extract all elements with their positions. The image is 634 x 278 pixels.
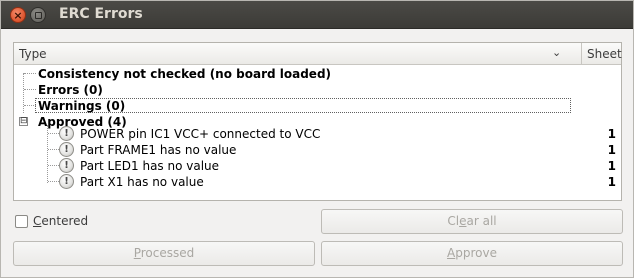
column-header-type[interactable]: Type: [19, 47, 47, 61]
tree-item-sheet: 1: [607, 127, 616, 141]
centered-label[interactable]: Centered: [33, 214, 88, 228]
minimize-icon[interactable]: [30, 7, 46, 23]
warning-icon: !: [59, 158, 74, 173]
tree-group-warnings[interactable]: Warnings (0): [14, 98, 621, 114]
column-header-sheet[interactable]: Sheet: [587, 47, 622, 61]
collapse-icon[interactable]: ⊟: [19, 117, 28, 126]
chevron-down-icon[interactable]: ⌄: [552, 46, 561, 59]
tree-item-sheet: 1: [607, 143, 616, 157]
tree-header: Type ⌄ Sheet: [14, 43, 622, 65]
erc-errors-window: × ERC Errors Type ⌄ Sheet Consistency no…: [0, 0, 634, 278]
label-text: pprove: [455, 246, 497, 260]
tree-item[interactable]: ! POWER pin IC1 VCC+ connected to VCC 1: [14, 126, 621, 142]
tree-group-label: Warnings (0): [38, 99, 126, 113]
column-separator[interactable]: [581, 43, 582, 65]
erc-tree-view[interactable]: Type ⌄ Sheet Consistency not checked (no…: [13, 42, 622, 201]
mnemonic: A: [447, 246, 456, 260]
clear-all-button[interactable]: Clear all: [321, 209, 623, 234]
window-title: ERC Errors: [59, 6, 143, 22]
mnemonic: P: [133, 246, 141, 260]
tree-item-label: Part X1 has no value: [80, 175, 204, 189]
centered-checkbox[interactable]: [15, 215, 28, 228]
tree-item-sheet: 1: [607, 175, 616, 189]
tree-item-sheet: 1: [607, 159, 616, 173]
tree-item-label: Part FRAME1 has no value: [80, 143, 237, 157]
title-bar: × ERC Errors: [1, 1, 633, 29]
warning-icon: !: [59, 126, 74, 141]
label-text: ar all: [466, 214, 497, 228]
close-icon[interactable]: ×: [10, 7, 26, 23]
warning-icon: !: [59, 142, 74, 157]
tree-item[interactable]: ! Part X1 has no value 1: [14, 174, 621, 190]
tree-item[interactable]: ! Part FRAME1 has no value 1: [14, 142, 621, 158]
label-text: Cl: [447, 214, 460, 228]
tree-item[interactable]: ! Part LED1 has no value 1: [14, 158, 621, 174]
tree-group-label: Errors (0): [38, 83, 103, 97]
tree-item-label: POWER pin IC1 VCC+ connected to VCC: [80, 127, 321, 141]
tree-group-errors[interactable]: Errors (0): [14, 82, 621, 98]
processed-button[interactable]: Processed: [13, 241, 315, 266]
approve-button[interactable]: Approve: [321, 241, 623, 266]
tree-item-label: Part LED1 has no value: [80, 159, 220, 173]
tree-group-label: Consistency not checked (no board loaded…: [38, 67, 332, 81]
label-text: entered: [41, 214, 89, 228]
warning-icon: !: [59, 174, 74, 189]
tree-group-consistency[interactable]: Consistency not checked (no board loaded…: [14, 66, 621, 82]
label-text: rocessed: [140, 246, 195, 260]
